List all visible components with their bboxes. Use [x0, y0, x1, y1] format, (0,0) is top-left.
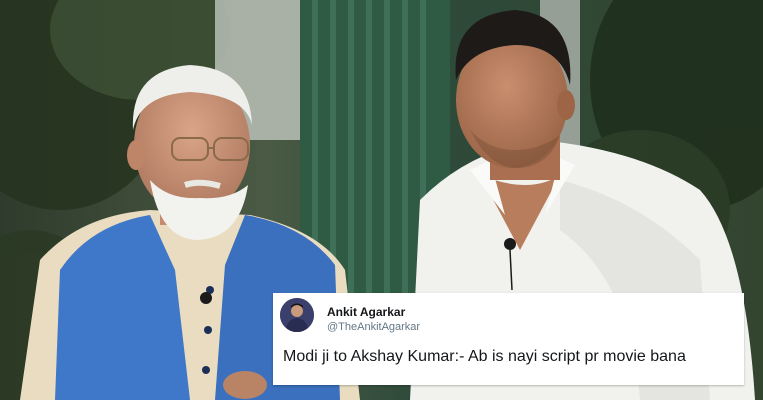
user-avatar-icon[interactable]	[280, 298, 314, 332]
tweet-text: Modi ji to Akshay Kumar:- Ab is nayi scr…	[283, 348, 686, 365]
tweet-author-handle[interactable]: @TheAnkitAgarkar	[327, 321, 420, 333]
tweet-card: Ankit Agarkar @TheAnkitAgarkar Modi ji t…	[273, 293, 744, 385]
tweet-author-name[interactable]: Ankit Agarkar	[327, 305, 405, 319]
